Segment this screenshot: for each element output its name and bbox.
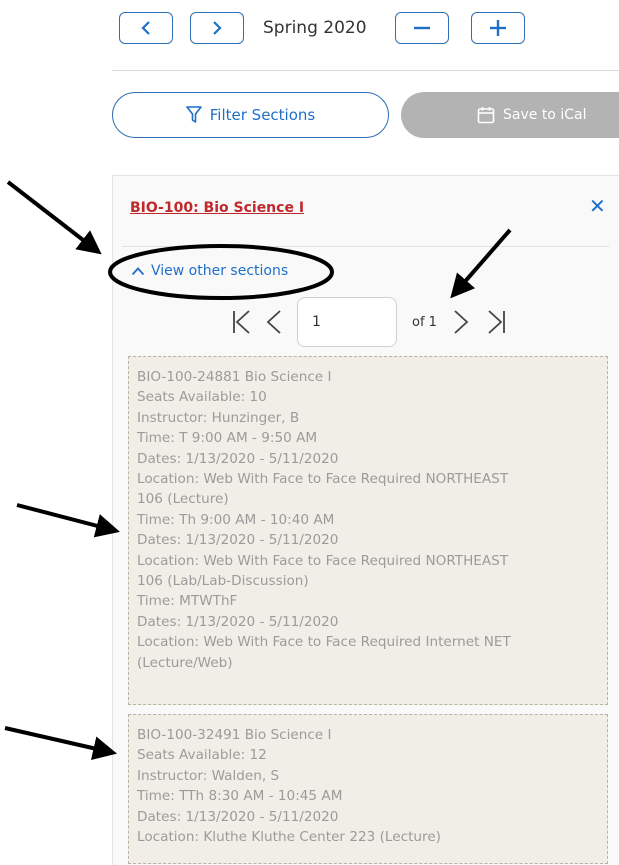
course-panel-divider <box>122 246 609 247</box>
save-to-ical-label: Save to iCal <box>503 107 587 123</box>
section-line: Seats Available: 12 <box>137 747 267 764</box>
section-line: BIO-100-24881 Bio Science I <box>137 369 332 385</box>
course-title-link[interactable]: BIO-100: Bio Science I <box>130 200 304 216</box>
section-line: Location: Web With Face to Face Required… <box>137 471 509 488</box>
close-icon[interactable]: ✕ <box>589 194 606 219</box>
section-line: Location: Web With Face to Face Required… <box>137 552 509 569</box>
header-divider <box>112 70 619 71</box>
chevron-right-icon <box>213 21 222 35</box>
page-count-label: of 1 <box>412 315 437 330</box>
filter-icon <box>185 106 202 123</box>
prev-page-icon[interactable] <box>266 309 282 335</box>
section-line: Time: TTh 8:30 AM - 10:45 AM <box>137 788 343 805</box>
next-page-icon[interactable] <box>453 309 469 335</box>
section-line: BIO-100-32491 Bio Science I <box>137 727 332 743</box>
chevron-left-icon <box>141 21 150 35</box>
section-line: Instructor: Walden, S <box>137 767 280 784</box>
section-line: Instructor: Hunzinger, B <box>137 409 300 426</box>
view-other-sections-label: View other sections <box>151 263 289 279</box>
filter-sections-button[interactable]: Filter Sections <box>112 92 389 138</box>
filter-sections-label: Filter Sections <box>209 106 316 124</box>
next-term-button[interactable] <box>190 12 244 44</box>
section-line: Time: Th 9:00 AM - 10:40 AM <box>137 511 335 528</box>
chevron-up-icon <box>131 267 145 276</box>
section-line: Dates: 1/13/2020 - 5/11/2020 <box>137 613 339 630</box>
minus-icon <box>414 26 430 30</box>
section-line: Time: T 9:00 AM - 9:50 AM <box>137 430 318 447</box>
annotation-arrow-icon <box>6 180 102 255</box>
view-other-sections-toggle[interactable]: View other sections <box>131 263 288 279</box>
section-card[interactable]: BIO-100-24881 Bio Science I Seats Availa… <box>128 356 608 705</box>
section-line: Dates: 1/13/2020 - 5/11/2020 <box>137 808 339 825</box>
save-to-ical-button[interactable]: Save to iCal <box>401 92 619 138</box>
term-label: Spring 2020 <box>263 18 367 38</box>
section-line: 106 (Lab/Lab-Discussion) <box>137 573 309 590</box>
section-line: (Lecture/Web) <box>137 654 233 671</box>
section-line: Dates: 1/13/2020 - 5/11/2020 <box>137 450 339 467</box>
section-line: 106 (Lecture) <box>137 491 229 508</box>
prev-term-button[interactable] <box>119 12 173 44</box>
page-number-input[interactable] <box>297 297 397 347</box>
section-line: Time: MTWThF <box>137 593 238 610</box>
section-line: Location: Kluthe Kluthe Center 223 (Lect… <box>137 829 441 846</box>
last-page-icon[interactable] <box>486 309 506 335</box>
decrease-button[interactable] <box>395 12 449 44</box>
increase-button[interactable] <box>471 12 525 44</box>
annotation-arrow-icon <box>4 726 118 760</box>
plus-icon <box>490 20 506 36</box>
section-line: Dates: 1/13/2020 - 5/11/2020 <box>137 532 339 549</box>
calendar-icon <box>477 107 495 124</box>
annotation-arrow-icon <box>16 503 120 538</box>
first-page-icon[interactable] <box>232 309 252 335</box>
section-line: Seats Available: 10 <box>137 389 267 406</box>
section-card[interactable]: BIO-100-32491 Bio Science I Seats Availa… <box>128 714 608 864</box>
section-line: Location: Web With Face to Face Required… <box>137 634 511 651</box>
